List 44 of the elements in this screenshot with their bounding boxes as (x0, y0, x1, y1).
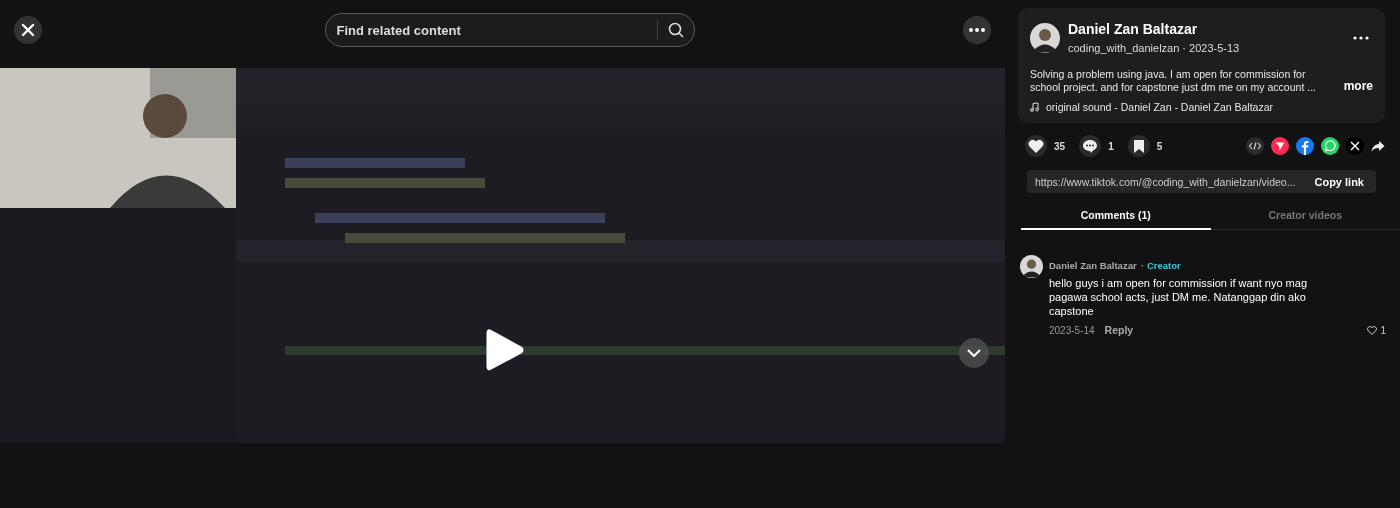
comment-icon (1082, 138, 1099, 154)
sound-link[interactable]: original sound - Daniel Zan - Daniel Zan Baltazar (1046, 101, 1274, 113)
comment-author[interactable]: Daniel Zan Baltazar (1049, 260, 1137, 271)
like-button[interactable] (1025, 135, 1047, 157)
more-icon (1353, 36, 1369, 40)
facebook-icon[interactable] (1296, 137, 1314, 155)
whatsapp-icon[interactable] (1321, 137, 1339, 155)
creator-label: · Creator (1141, 260, 1181, 271)
chevron-down-icon (967, 349, 981, 357)
comment-date: 2023-5-14 (1049, 324, 1095, 336)
heart-icon (1028, 138, 1044, 154)
more-link[interactable]: more (1343, 79, 1373, 93)
play-icon[interactable] (486, 328, 524, 372)
author-byline[interactable]: coding_with_danielzan · 2023-5-13 (1068, 42, 1240, 54)
video-url: https://www.tiktok.com/@coding_with_danielzan/video... (1034, 175, 1297, 188)
link-field[interactable]: https://www.tiktok.com/@coding_with_danielzan/video... Copy link (1027, 170, 1376, 193)
like-count: 1 (1380, 324, 1386, 336)
music-note-icon (1030, 102, 1039, 112)
save-count: 5 (1156, 140, 1163, 152)
comment-button[interactable] (1079, 135, 1102, 157)
embed-icon[interactable] (1246, 137, 1264, 155)
comment-text: hello guys i am open for commission if want nyo mag pagawa school acts, just DM me. Natanggap din ako capstone (1049, 276, 1308, 318)
share-icon[interactable] (1371, 139, 1385, 153)
send-icon[interactable] (1271, 137, 1289, 155)
close-button[interactable] (14, 16, 42, 44)
search-icon[interactable] (667, 22, 684, 38)
bookmark-icon (1132, 138, 1145, 154)
close-icon (21, 23, 35, 37)
more-icon (969, 28, 985, 32)
avatar-icon[interactable] (1030, 23, 1060, 53)
save-button[interactable] (1127, 135, 1150, 157)
like-count: 35 (1054, 140, 1066, 152)
reply-button[interactable]: Reply (1104, 324, 1134, 336)
copy-link-button[interactable]: Copy link (1302, 175, 1376, 188)
search-field[interactable]: Find related content (324, 13, 695, 47)
tab[interactable]: Comments (1) (1021, 202, 1211, 230)
x-icon[interactable] (1346, 137, 1364, 155)
heart-outline-icon[interactable] (1367, 325, 1378, 335)
avatar-icon[interactable] (1020, 255, 1043, 278)
comment-count: 1 (1108, 140, 1114, 152)
more-button[interactable] (963, 16, 991, 44)
author-name[interactable]: Daniel Zan Baltazar (1068, 21, 1198, 37)
tab[interactable]: Creator videos (1210, 202, 1400, 230)
video-caption: Solving a problem using java. I am open for commission for school project. and for capstone just dm me on my account ... (1030, 68, 1317, 94)
